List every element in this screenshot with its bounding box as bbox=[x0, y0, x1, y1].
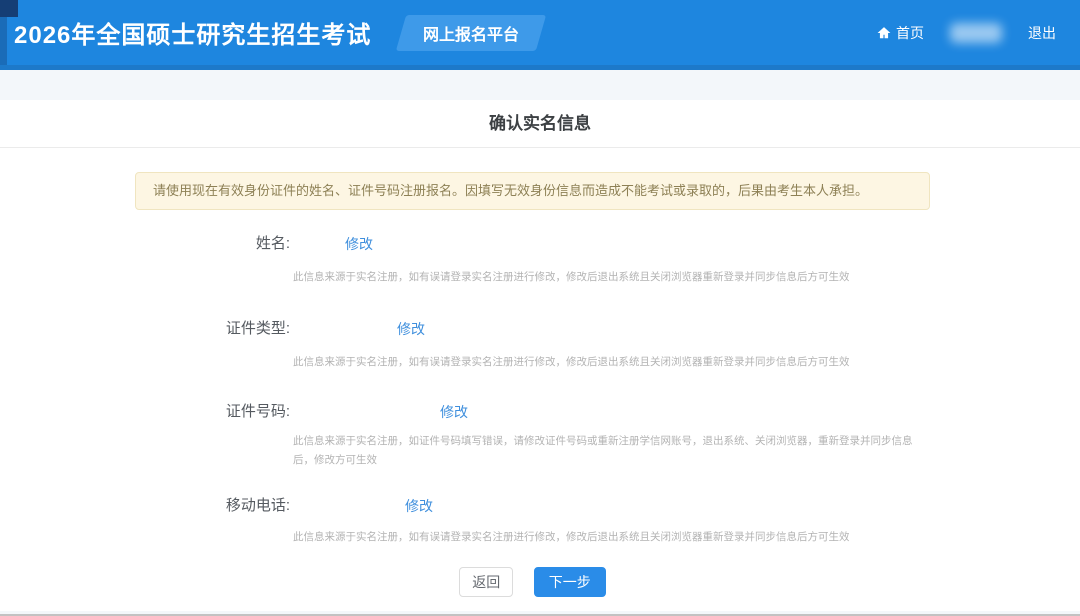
home-icon bbox=[877, 26, 891, 40]
field-row-doc-number: 证件号码: 修改 bbox=[135, 402, 930, 422]
doc-type-value bbox=[290, 319, 397, 339]
doc-number-help-text: 此信息来源于实名注册，如证件号码填写错误，请修改证件号码或重新注册学信网账号，退… bbox=[293, 432, 925, 470]
app-title: 2026年全国硕士研究生招生考试 bbox=[0, 15, 371, 50]
name-label: 姓名: bbox=[135, 234, 290, 254]
page-background-gap bbox=[0, 70, 1080, 100]
next-step-button[interactable]: 下一步 bbox=[534, 567, 606, 597]
field-row-name: 姓名: 修改 bbox=[135, 234, 930, 254]
field-row-doc-type: 证件类型: 修改 bbox=[135, 319, 930, 339]
field-row-phone: 移动电话: 修改 bbox=[135, 496, 930, 516]
doc-number-label: 证件号码: bbox=[135, 402, 290, 422]
modify-phone-link[interactable]: 修改 bbox=[405, 496, 433, 516]
doc-type-label: 证件类型: bbox=[135, 319, 290, 339]
modify-doc-number-link[interactable]: 修改 bbox=[440, 402, 468, 422]
page-title: 确认实名信息 bbox=[0, 100, 1080, 148]
name-help-text: 此信息来源于实名注册，如有误请登录实名注册进行修改，修改后退出系统且关闭浏览器重… bbox=[293, 268, 930, 287]
platform-badge-label: 网上报名平台 bbox=[423, 21, 519, 45]
header-corner-artifact bbox=[0, 0, 18, 17]
logout-link[interactable]: 退出 bbox=[1028, 23, 1056, 43]
app-header: 2026年全国硕士研究生招生考试 网上报名平台 首页 退出 bbox=[0, 0, 1080, 70]
name-value bbox=[290, 234, 345, 254]
doc-number-value bbox=[290, 402, 440, 422]
phone-help-text: 此信息来源于实名注册，如有误请登录实名注册进行修改，修改后退出系统且关闭浏览器重… bbox=[293, 528, 930, 547]
modify-doc-type-link[interactable]: 修改 bbox=[397, 319, 425, 339]
header-edge-strip bbox=[0, 17, 7, 65]
username-blurred bbox=[950, 23, 1002, 43]
button-bar: 返回 下一步 bbox=[135, 567, 930, 597]
logout-link-label: 退出 bbox=[1028, 23, 1056, 43]
home-link-label: 首页 bbox=[896, 23, 924, 43]
form-content: 请使用现在有效身份证件的姓名、证件号码注册报名。因填写无效身份信息而造成不能考试… bbox=[135, 172, 930, 597]
home-link[interactable]: 首页 bbox=[877, 23, 924, 43]
phone-label: 移动电话: bbox=[135, 496, 290, 516]
phone-value bbox=[290, 496, 405, 516]
main-panel: 确认实名信息 请使用现在有效身份证件的姓名、证件号码注册报名。因填写无效身份信息… bbox=[0, 100, 1080, 611]
doc-type-help-text: 此信息来源于实名注册，如有误请登录实名注册进行修改，修改后退出系统且关闭浏览器重… bbox=[293, 353, 930, 372]
header-nav: 首页 退出 bbox=[877, 0, 1056, 65]
platform-badge: 网上报名平台 bbox=[396, 15, 546, 51]
warning-notice: 请使用现在有效身份证件的姓名、证件号码注册报名。因填写无效身份信息而造成不能考试… bbox=[135, 172, 930, 210]
modify-name-link[interactable]: 修改 bbox=[345, 234, 373, 254]
back-button[interactable]: 返回 bbox=[459, 567, 513, 597]
